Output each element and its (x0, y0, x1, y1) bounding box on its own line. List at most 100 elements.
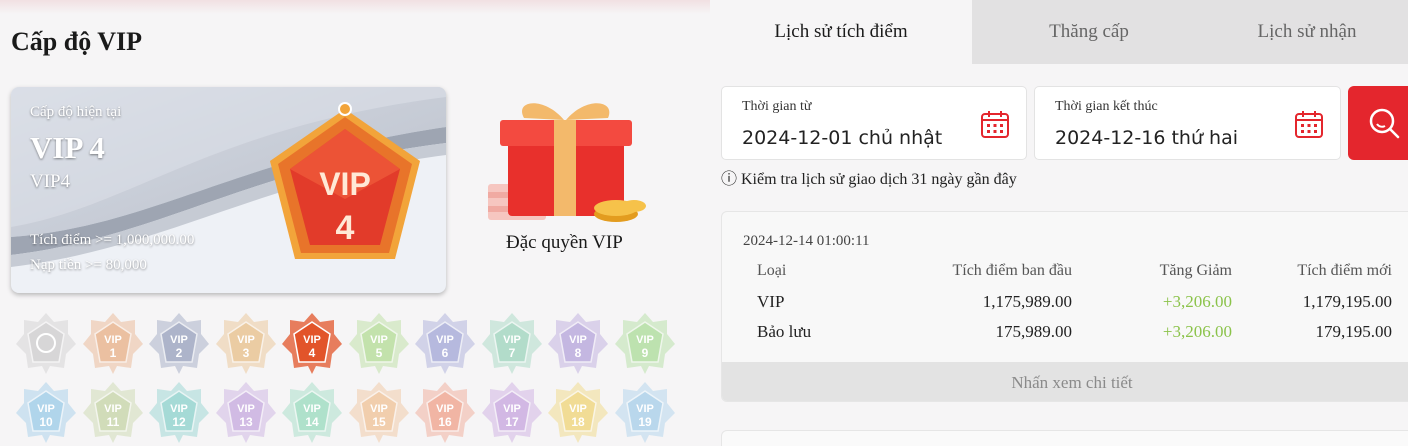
vip-level-3-badge-icon[interactable]: VIP3 (214, 310, 278, 376)
vip-level-5-badge-icon[interactable]: VIP5 (347, 310, 411, 376)
vip4-badge-icon: VIP 4 (270, 102, 420, 259)
row1-initial: 1,175,989.00 (982, 292, 1072, 311)
badge-vip-text: VIP (636, 403, 654, 415)
badge-vip-text: VIP (237, 334, 255, 346)
vip-level-1-badge-icon[interactable]: VIP1 (81, 310, 145, 376)
badge-vip-text: VIP (237, 403, 255, 415)
vip-level-15-badge-icon[interactable]: VIP15 (347, 379, 411, 445)
vip-level-9-badge-icon[interactable]: VIP9 (613, 310, 677, 376)
badge-vip-text: VIP (37, 403, 55, 415)
badge-vip-text: VIP (636, 334, 654, 346)
date-from-field[interactable]: Thời gian từ 2024-12-01 chủ nhật (721, 86, 1027, 160)
badge-vip-text: VIP (569, 334, 587, 346)
badge-level-number: 3 (242, 346, 249, 360)
badge-level-number: 13 (239, 415, 253, 429)
badge-vip-text: VIP (569, 403, 587, 415)
vip-level-6-badge-icon[interactable]: VIP6 (413, 310, 477, 376)
record-datetime: 2024-12-14 01:00:11 (743, 233, 870, 249)
tab-upgrade[interactable]: Thăng cấp (972, 0, 1206, 64)
badge-vip-text: VIP (370, 403, 388, 415)
vip-level-19-badge-icon[interactable]: VIP19 (613, 379, 677, 445)
badge-vip-text: VIP (303, 403, 321, 415)
header-change: Tăng Giảm (1159, 262, 1232, 279)
badge-level-number: 19 (638, 415, 652, 429)
row2-change: +3,206.00 (1162, 322, 1232, 341)
big-badge-num: 4 (336, 209, 355, 247)
badge-vip-text: VIP (370, 334, 388, 346)
badge-level-number: 12 (172, 415, 186, 429)
current-level-label: Cấp độ hiện tại (30, 104, 122, 120)
current-vip-card: Cấp độ hiện tại VIP 4 VIP4 Tích điểm >= … (11, 87, 446, 293)
badge-level-number: 14 (305, 415, 319, 429)
badge-level-number: 10 (39, 415, 53, 429)
vip-level-2-badge-icon[interactable]: VIP2 (147, 310, 211, 376)
tab-points-history[interactable]: Lịch sử tích điểm (710, 0, 972, 64)
vip-level-13-badge-icon[interactable]: VIP13 (214, 379, 278, 445)
badge-level-number: 7 (508, 346, 515, 360)
vip-level-7-badge-icon[interactable]: VIP7 (480, 310, 544, 376)
gift-icon (488, 103, 646, 222)
vip-level-8-badge-icon[interactable]: VIP8 (546, 310, 610, 376)
search-icon (1369, 108, 1400, 139)
current-level-title: VIP 4 (30, 130, 105, 165)
tab-receive-history[interactable]: Lịch sử nhận (1206, 0, 1408, 64)
date-to-field[interactable]: Thời gian kết thúc 2024-12-16 thứ hai (1034, 86, 1341, 160)
header-type: Loại (757, 262, 787, 279)
badge-vip-text: VIP (104, 403, 122, 415)
big-badge-text: VIP (319, 166, 371, 202)
calendar-icon[interactable] (980, 109, 1010, 139)
transaction-record-next (721, 430, 1408, 446)
badge-level-number: 16 (438, 415, 452, 429)
row2-type: Bảo lưu (757, 322, 812, 341)
header-new-points: Tích điểm mới (1297, 262, 1392, 279)
vip-level-10-badge-icon[interactable]: VIP10 (14, 379, 78, 445)
badge-level-number: 18 (571, 415, 585, 429)
row1-new: 1,179,195.00 (1302, 292, 1392, 311)
page-title: Cấp độ VIP (11, 27, 143, 56)
row1-type: VIP (757, 292, 785, 311)
badge-vip-text: VIP (436, 403, 454, 415)
date-from-label: Thời gian từ (742, 99, 812, 114)
vip-level-14-badge-icon[interactable]: VIP14 (280, 379, 344, 445)
transaction-record: 2024-12-14 01:00:11 Loại Tích điểm ban đ… (721, 211, 1408, 402)
badge-level-number: 6 (442, 346, 449, 360)
search-button[interactable] (1348, 86, 1408, 160)
badge-level-number: 15 (372, 415, 386, 429)
vip-level-16-badge-icon[interactable]: VIP16 (413, 379, 477, 445)
vip-level-12-badge-icon[interactable]: VIP12 (147, 379, 211, 445)
current-level-code: VIP4 (30, 171, 71, 192)
vip-level-18-badge-icon[interactable]: VIP18 (546, 379, 610, 445)
badge-level-number: 2 (176, 346, 183, 360)
badge-vip-text: VIP (503, 334, 521, 346)
badge-vip-text: VIP (303, 334, 321, 346)
history-range-note: ⓘ Kiểm tra lịch sử giao dịch 31 ngày gần… (721, 171, 1017, 188)
row2-new: 179,195.00 (1315, 322, 1393, 341)
vip-level-4-badge-icon[interactable]: VIP4 (280, 310, 344, 376)
date-to-label: Thời gian kết thúc (1055, 99, 1158, 114)
badge-vip-text: VIP (170, 403, 188, 415)
badge-level-number: 1 (109, 346, 116, 360)
row1-change: +3,206.00 (1162, 292, 1232, 311)
points-requirement: Tích điểm >= 1,000,000.00 (30, 232, 195, 248)
badge-vip-text: VIP (436, 334, 454, 346)
badge-level-number: 5 (375, 346, 382, 360)
header-initial-points: Tích điểm ban đầu (952, 262, 1072, 279)
row2-initial: 175,989.00 (995, 322, 1073, 341)
badge-level-number: 17 (505, 415, 519, 429)
calendar-icon[interactable] (1294, 109, 1324, 139)
badge-vip-text: VIP (104, 334, 122, 346)
badge-level-number: 9 (641, 346, 648, 360)
vip-level-0-badge-icon[interactable] (14, 310, 78, 376)
vip-level-11-badge-icon[interactable]: VIP11 (81, 379, 145, 445)
vip-level-17-badge-icon[interactable]: VIP17 (480, 379, 544, 445)
date-to-value[interactable]: 2024-12-16 thứ hai (1055, 127, 1238, 149)
badge-level-number: 4 (309, 346, 316, 360)
badge-level-number: 11 (106, 415, 119, 429)
privilege-label: Đặc quyền VIP (506, 232, 623, 253)
badge-level-number: 8 (575, 346, 582, 360)
badge-vip-text: VIP (503, 403, 521, 415)
date-from-value[interactable]: 2024-12-01 chủ nhật (742, 127, 942, 149)
badge-vip-text: VIP (170, 334, 188, 346)
view-detail-button[interactable]: Nhấn xem chi tiết (722, 362, 1408, 401)
deposit-requirement: Nạp tiền >= 80,000 (30, 257, 147, 273)
